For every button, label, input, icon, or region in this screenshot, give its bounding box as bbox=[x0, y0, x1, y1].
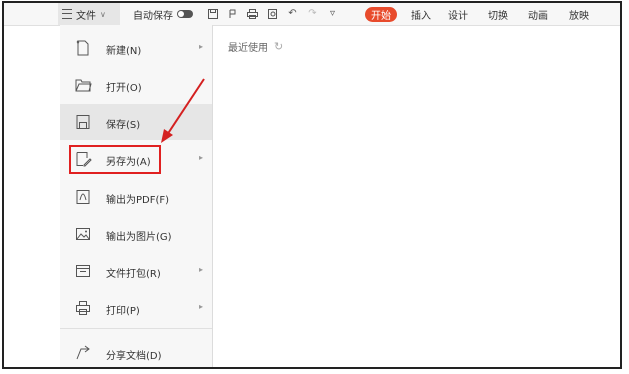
refresh-icon[interactable]: ↻ bbox=[274, 40, 283, 53]
pdf-icon bbox=[74, 188, 92, 206]
file-menu-label: 文件 bbox=[76, 10, 96, 22]
chevron-right-icon: ▸ bbox=[199, 265, 204, 274]
menu-item-label: 保存(S) bbox=[106, 120, 141, 131]
autosave-control[interactable]: 自动保存 bbox=[133, 3, 193, 25]
tab-start[interactable]: 开始 bbox=[365, 7, 397, 22]
menu-item-share[interactable]: 分享文档(D) bbox=[60, 335, 212, 367]
tab-slideshow[interactable]: 放映 bbox=[569, 3, 589, 25]
menu-item-label: 打开(O) bbox=[106, 83, 142, 94]
menu-item-label: 打印(P) bbox=[106, 306, 140, 317]
file-menu-button[interactable]: 文件 ∨ bbox=[58, 3, 120, 25]
more-icon[interactable]: ▿ bbox=[327, 9, 338, 20]
highlight-box bbox=[69, 145, 161, 174]
chevron-right-icon: ▸ bbox=[199, 153, 204, 162]
save-icon[interactable] bbox=[207, 9, 218, 20]
chevron-right-icon: ▸ bbox=[199, 42, 204, 51]
quick-access-toolbar: ↶ ↷ ▿ bbox=[207, 3, 338, 25]
undo-icon[interactable]: ↶ bbox=[287, 9, 298, 20]
share-icon bbox=[74, 344, 92, 362]
save-icon bbox=[74, 113, 92, 131]
annotation-arrow bbox=[161, 78, 205, 143]
folder-icon bbox=[74, 76, 92, 94]
tab-design[interactable]: 设计 bbox=[448, 3, 468, 25]
package-icon bbox=[74, 262, 92, 280]
image-icon bbox=[74, 225, 92, 243]
chevron-right-icon: ▸ bbox=[199, 302, 204, 311]
menu-item-package[interactable]: 文件打包(R) ▸ bbox=[60, 253, 212, 289]
preview-icon[interactable] bbox=[267, 9, 278, 20]
tab-animation[interactable]: 动画 bbox=[528, 3, 548, 25]
menu-item-print[interactable]: 打印(P) ▸ bbox=[60, 290, 212, 326]
new-file-icon bbox=[74, 39, 92, 57]
cloud-icon[interactable] bbox=[227, 9, 238, 20]
menu-item-label: 输出为图片(G) bbox=[106, 232, 172, 243]
menu-item-export-image[interactable]: 输出为图片(G) bbox=[60, 216, 212, 252]
printer-icon bbox=[74, 299, 92, 317]
title-toolbar: 文件 ∨ 自动保存 ↶ ↷ ▿ 开始 插入 设计 切换 动画 放映 bbox=[4, 3, 620, 26]
tab-insert[interactable]: 插入 bbox=[411, 3, 431, 25]
recent-label: 最近使用 bbox=[228, 43, 268, 54]
menu-item-export-pdf[interactable]: 输出为PDF(F) bbox=[60, 179, 212, 215]
autosave-toggle[interactable] bbox=[177, 10, 193, 18]
chevron-down-icon: ∨ bbox=[100, 9, 106, 19]
menu-item-new[interactable]: 新建(N) ▸ bbox=[60, 30, 212, 66]
recent-section-header: 最近使用 ↻ bbox=[228, 39, 283, 54]
menu-item-label: 输出为PDF(F) bbox=[106, 195, 170, 206]
autosave-label: 自动保存 bbox=[133, 10, 173, 22]
menu-item-label: 新建(N) bbox=[106, 46, 142, 57]
redo-icon[interactable]: ↷ bbox=[307, 9, 318, 20]
menu-item-label: 分享文档(D) bbox=[106, 351, 162, 362]
menu-icon bbox=[62, 9, 72, 19]
app-window: 文件 ∨ 自动保存 ↶ ↷ ▿ 开始 插入 设计 切换 动画 放映 新建(N) … bbox=[2, 1, 622, 369]
menu-item-label: 文件打包(R) bbox=[106, 269, 161, 280]
print-icon[interactable] bbox=[247, 9, 258, 20]
tab-transition[interactable]: 切换 bbox=[488, 3, 508, 25]
menu-divider bbox=[60, 328, 212, 329]
